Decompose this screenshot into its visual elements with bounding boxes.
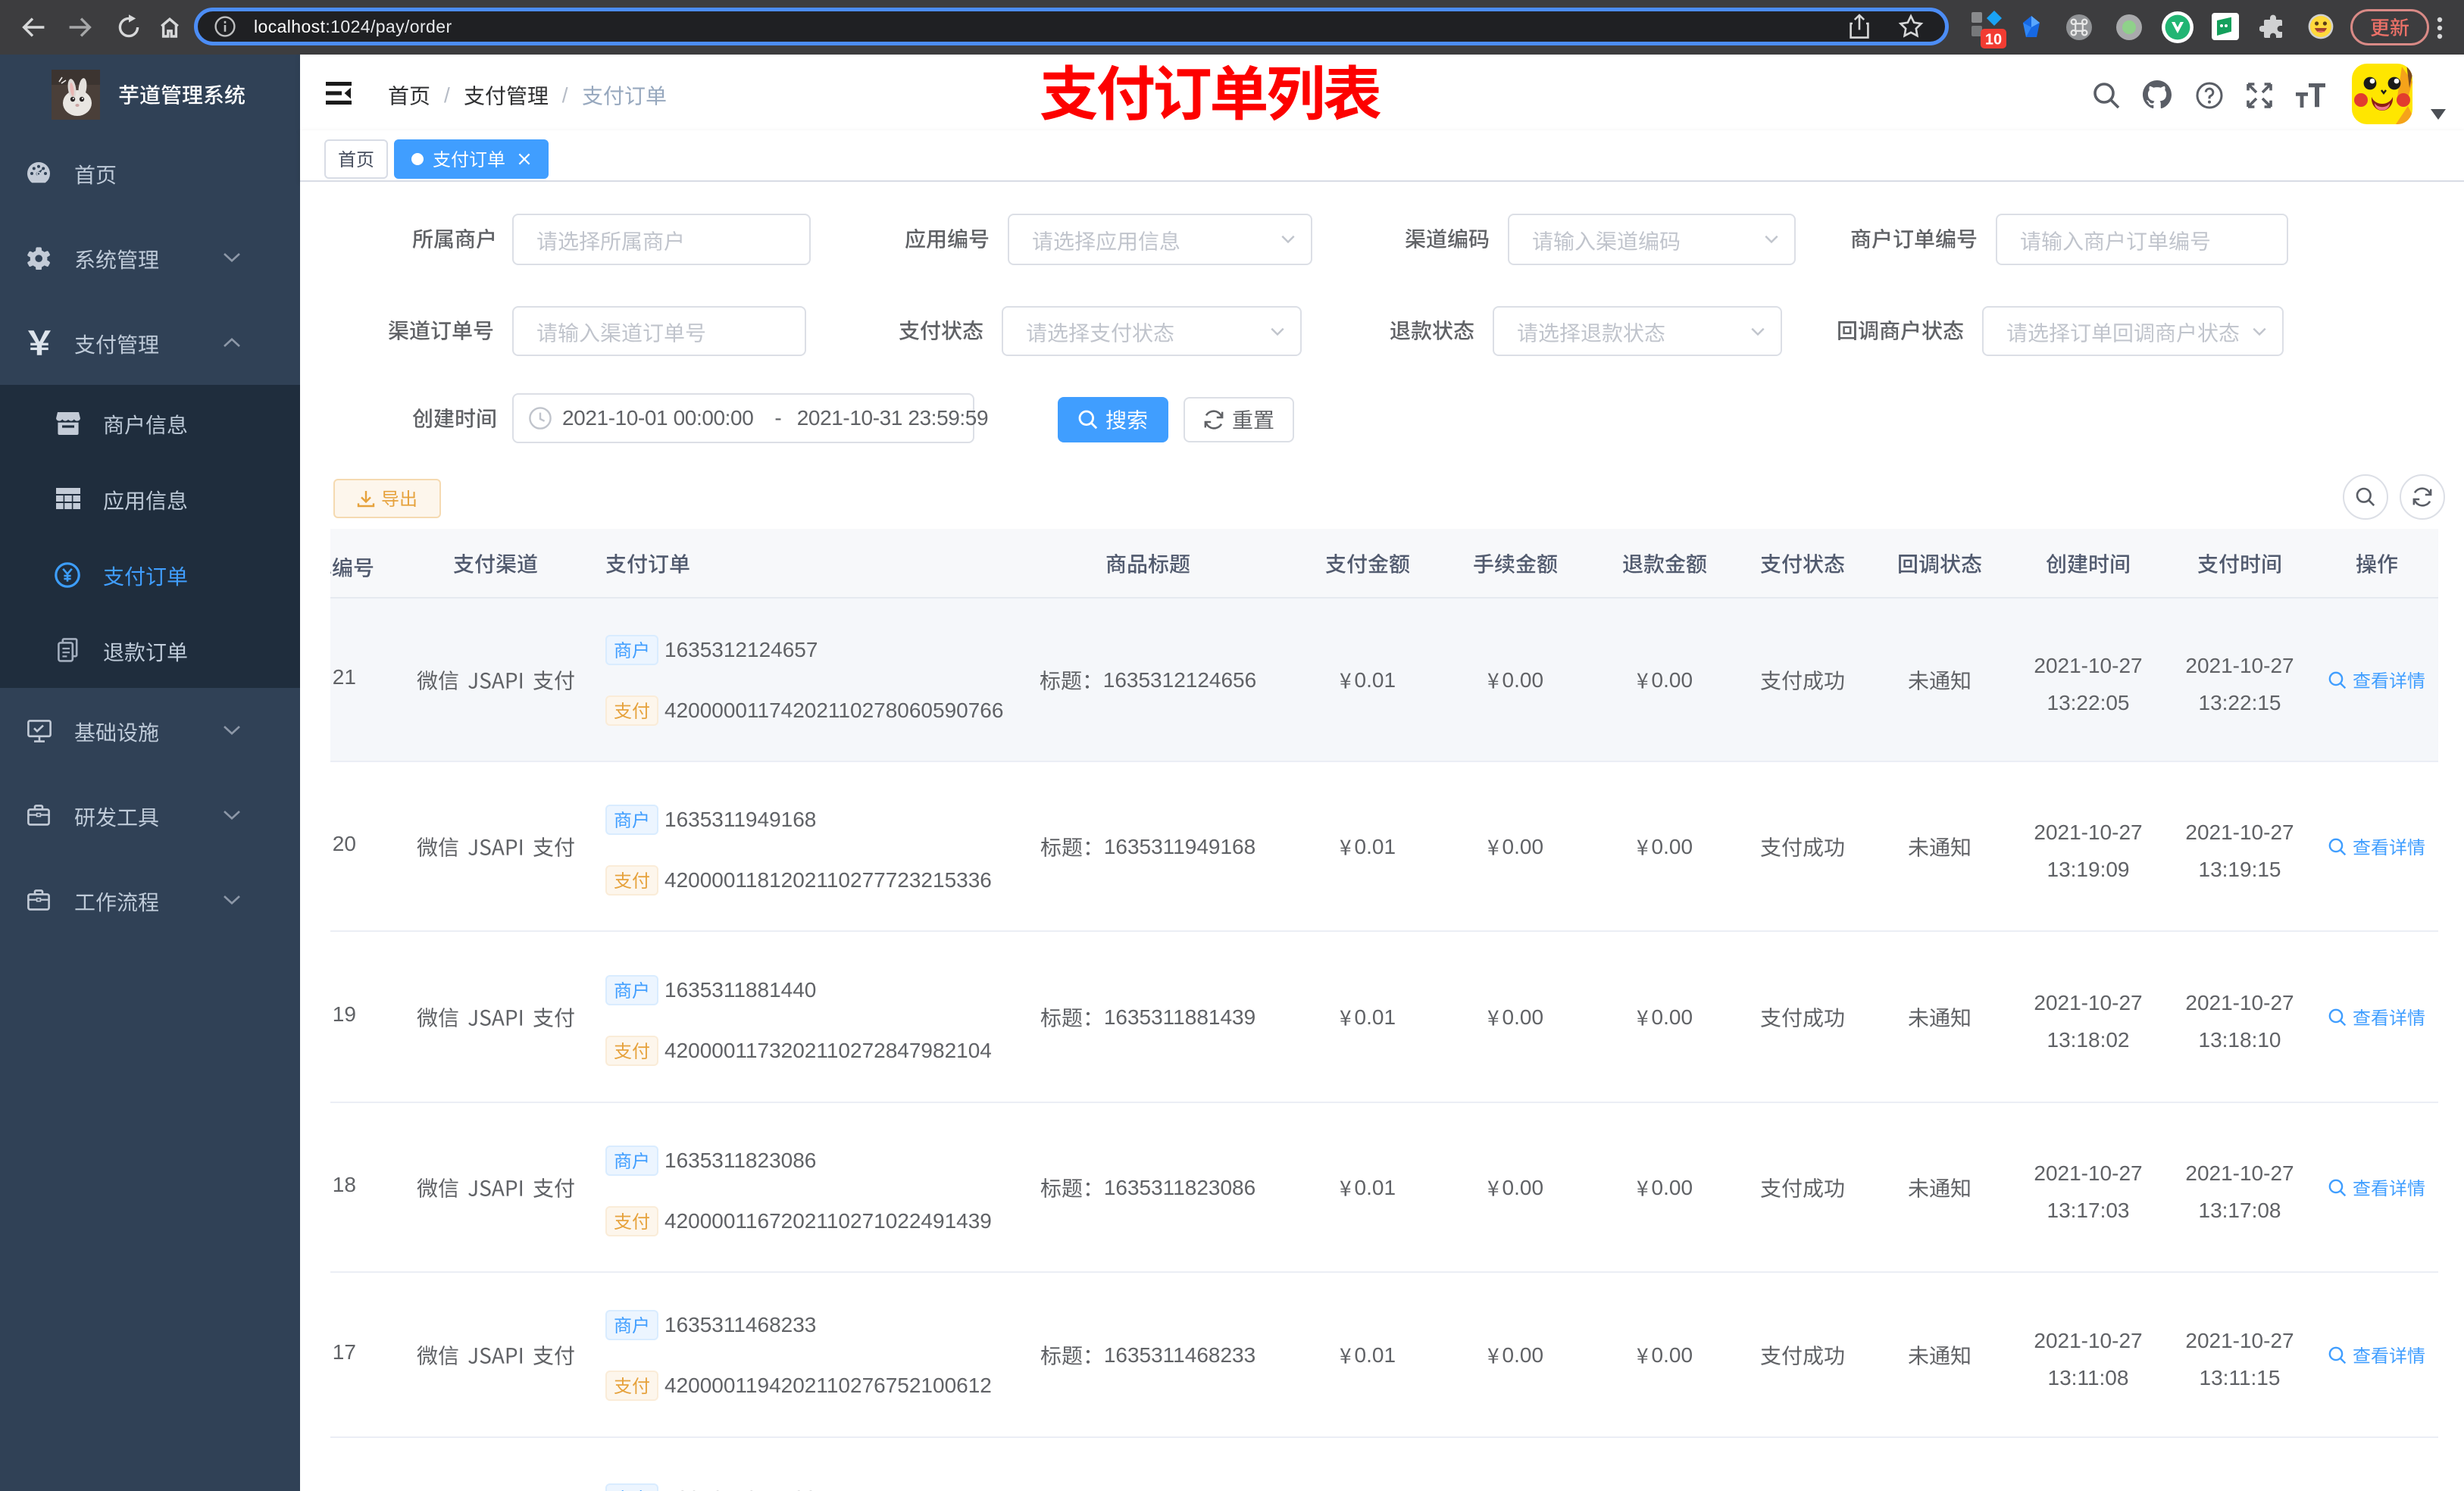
svg-text:10: 10 <box>1985 31 2002 48</box>
